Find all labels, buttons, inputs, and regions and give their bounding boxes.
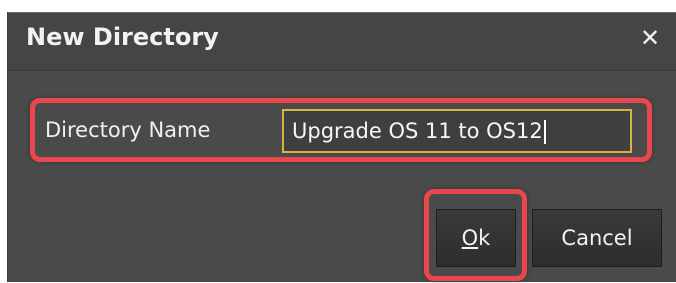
cancel-button[interactable]: Cancel	[532, 209, 662, 267]
dialog-titlebar: New Directory ✕	[8, 13, 676, 71]
screenshot-frame: New Directory ✕ Directory Name Upgrade O…	[0, 0, 676, 282]
close-icon[interactable]: ✕	[638, 26, 662, 50]
new-directory-dialog: New Directory ✕ Directory Name Upgrade O…	[7, 12, 676, 282]
ok-button-mnemonic: O	[461, 226, 479, 250]
dialog-title: New Directory	[26, 23, 219, 51]
ok-button-label-rest: k	[478, 226, 491, 250]
directory-name-label: Directory Name	[45, 118, 211, 142]
directory-name-input[interactable]: Upgrade OS 11 to OS12	[282, 109, 632, 153]
ok-button[interactable]: Ok	[436, 209, 516, 267]
text-caret	[543, 120, 546, 144]
directory-name-value: Upgrade OS 11 to OS12	[292, 119, 543, 143]
dialog-body: Directory Name Upgrade OS 11 to OS12 Ok …	[8, 71, 676, 283]
